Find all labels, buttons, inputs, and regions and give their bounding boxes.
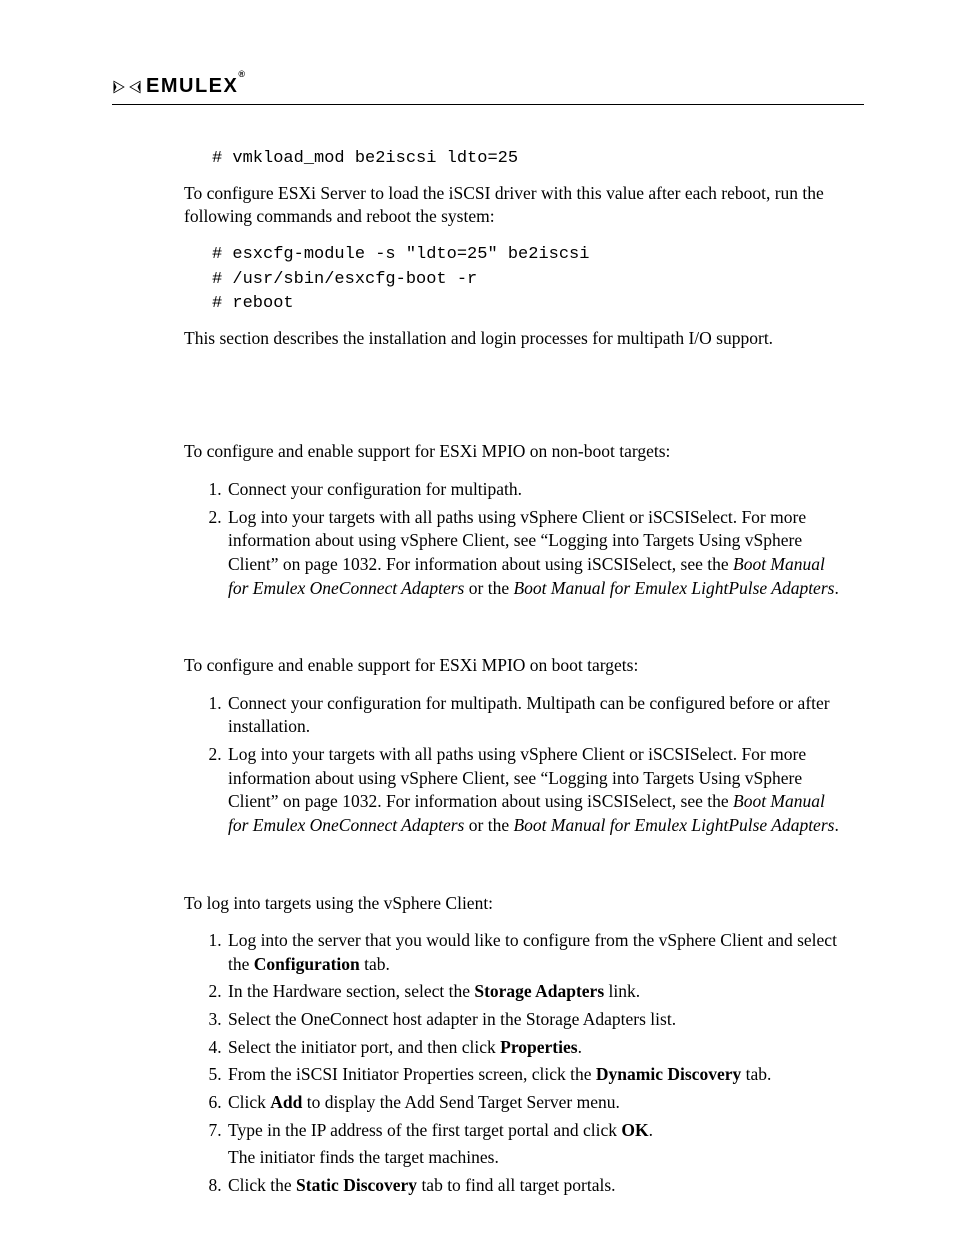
list-item-text: Log into your targets with all paths usi…: [228, 744, 806, 811]
list-item: Log into your targets with all paths usi…: [226, 743, 844, 838]
list-item-text: Select the initiator port, and then clic…: [228, 1037, 500, 1057]
list-item-text: In the Hardware section, select the: [228, 981, 474, 1001]
list-item-text: .: [834, 815, 838, 835]
paragraph-section-intro: This section describes the installation …: [184, 327, 844, 351]
list-item-text: Connect your configuration for multipath…: [228, 479, 522, 499]
list-item-text: tab to find all target portals.: [417, 1175, 615, 1195]
italic-title: Boot Manual for Emulex LightPulse Adapte…: [513, 815, 834, 835]
emulex-logo-icon: [112, 78, 142, 96]
registered-mark-icon: ®: [238, 69, 246, 79]
list-item: Select the OneConnect host adapter in th…: [226, 1008, 844, 1032]
list-item: Click Add to display the Add Send Target…: [226, 1091, 844, 1115]
paragraph-boot-intro: To configure and enable support for ESXi…: [184, 654, 844, 678]
bold-ui-label: Configuration: [254, 954, 360, 974]
brand-name: EMULEX®: [146, 75, 246, 98]
list-item-text: Type in the IP address of the first targ…: [228, 1120, 621, 1140]
bold-ui-label: Properties: [500, 1037, 577, 1057]
document-page: EMULEX® # vmkload_mod be2iscsi ldto=25 T…: [0, 0, 954, 1235]
code-line: # esxcfg-module -s "ldto=25" be2iscsi: [212, 243, 844, 268]
list-item: Connect your configuration for multipath…: [226, 692, 844, 739]
code-line: # vmkload_mod be2iscsi ldto=25: [212, 147, 844, 172]
bold-ui-label: Static Discovery: [296, 1175, 417, 1195]
list-item: In the Hardware section, select the Stor…: [226, 980, 844, 1004]
boot-steps-list: Connect your configuration for multipath…: [184, 692, 844, 838]
nonboot-steps-list: Connect your configuration for multipath…: [184, 478, 844, 600]
list-item-text: .: [649, 1120, 653, 1140]
code-line: # reboot: [212, 292, 844, 317]
page-content: # vmkload_mod be2iscsi ldto=25 To config…: [112, 147, 864, 1197]
list-item-text: tab.: [741, 1064, 771, 1084]
code-block-esxcfg: # esxcfg-module -s "ldto=25" be2iscsi # …: [212, 243, 844, 317]
list-item: Log into your targets with all paths usi…: [226, 506, 844, 601]
list-item: From the iSCSI Initiator Properties scre…: [226, 1063, 844, 1087]
list-item-text: .: [578, 1037, 582, 1057]
bold-ui-label: Storage Adapters: [474, 981, 604, 1001]
list-item: Type in the IP address of the first targ…: [226, 1119, 844, 1170]
code-line: # /usr/sbin/esxcfg-boot -r: [212, 268, 844, 293]
paragraph-nonboot-intro: To configure and enable support for ESXi…: [184, 440, 844, 464]
list-item-text: Click the: [228, 1175, 296, 1195]
paragraph-login-intro: To log into targets using the vSphere Cl…: [184, 892, 844, 916]
code-block-vmkload: # vmkload_mod be2iscsi ldto=25: [212, 147, 844, 172]
list-item-text: Connect your configuration for multipath…: [228, 693, 830, 737]
list-item-text: or the: [464, 578, 513, 598]
list-item-text: .: [834, 578, 838, 598]
bold-ui-label: Add: [270, 1092, 302, 1112]
list-item: Log into the server that you would like …: [226, 929, 844, 976]
list-item-text: Log into your targets with all paths usi…: [228, 507, 806, 574]
list-item-text: to display the Add Send Target Server me…: [302, 1092, 619, 1112]
page-header: EMULEX®: [112, 75, 864, 105]
brand-logo: EMULEX®: [112, 75, 864, 98]
list-item: Click the Static Discovery tab to find a…: [226, 1174, 844, 1198]
list-item-text: Click: [228, 1092, 270, 1112]
list-item-followup: The initiator finds the target machines.: [228, 1146, 844, 1170]
list-item: Connect your configuration for multipath…: [226, 478, 844, 502]
paragraph-configure-esxi: To configure ESXi Server to load the iSC…: [184, 182, 844, 229]
italic-title: Boot Manual for Emulex LightPulse Adapte…: [513, 578, 834, 598]
list-item: Select the initiator port, and then clic…: [226, 1036, 844, 1060]
list-item-text: From the iSCSI Initiator Properties scre…: [228, 1064, 596, 1084]
bold-ui-label: Dynamic Discovery: [596, 1064, 741, 1084]
list-item-text: or the: [464, 815, 513, 835]
bold-ui-label: OK: [621, 1120, 648, 1140]
login-steps-list: Log into the server that you would like …: [184, 929, 844, 1197]
list-item-text: link.: [604, 981, 640, 1001]
list-item-text: tab.: [360, 954, 390, 974]
list-item-text: Select the OneConnect host adapter in th…: [228, 1009, 676, 1029]
